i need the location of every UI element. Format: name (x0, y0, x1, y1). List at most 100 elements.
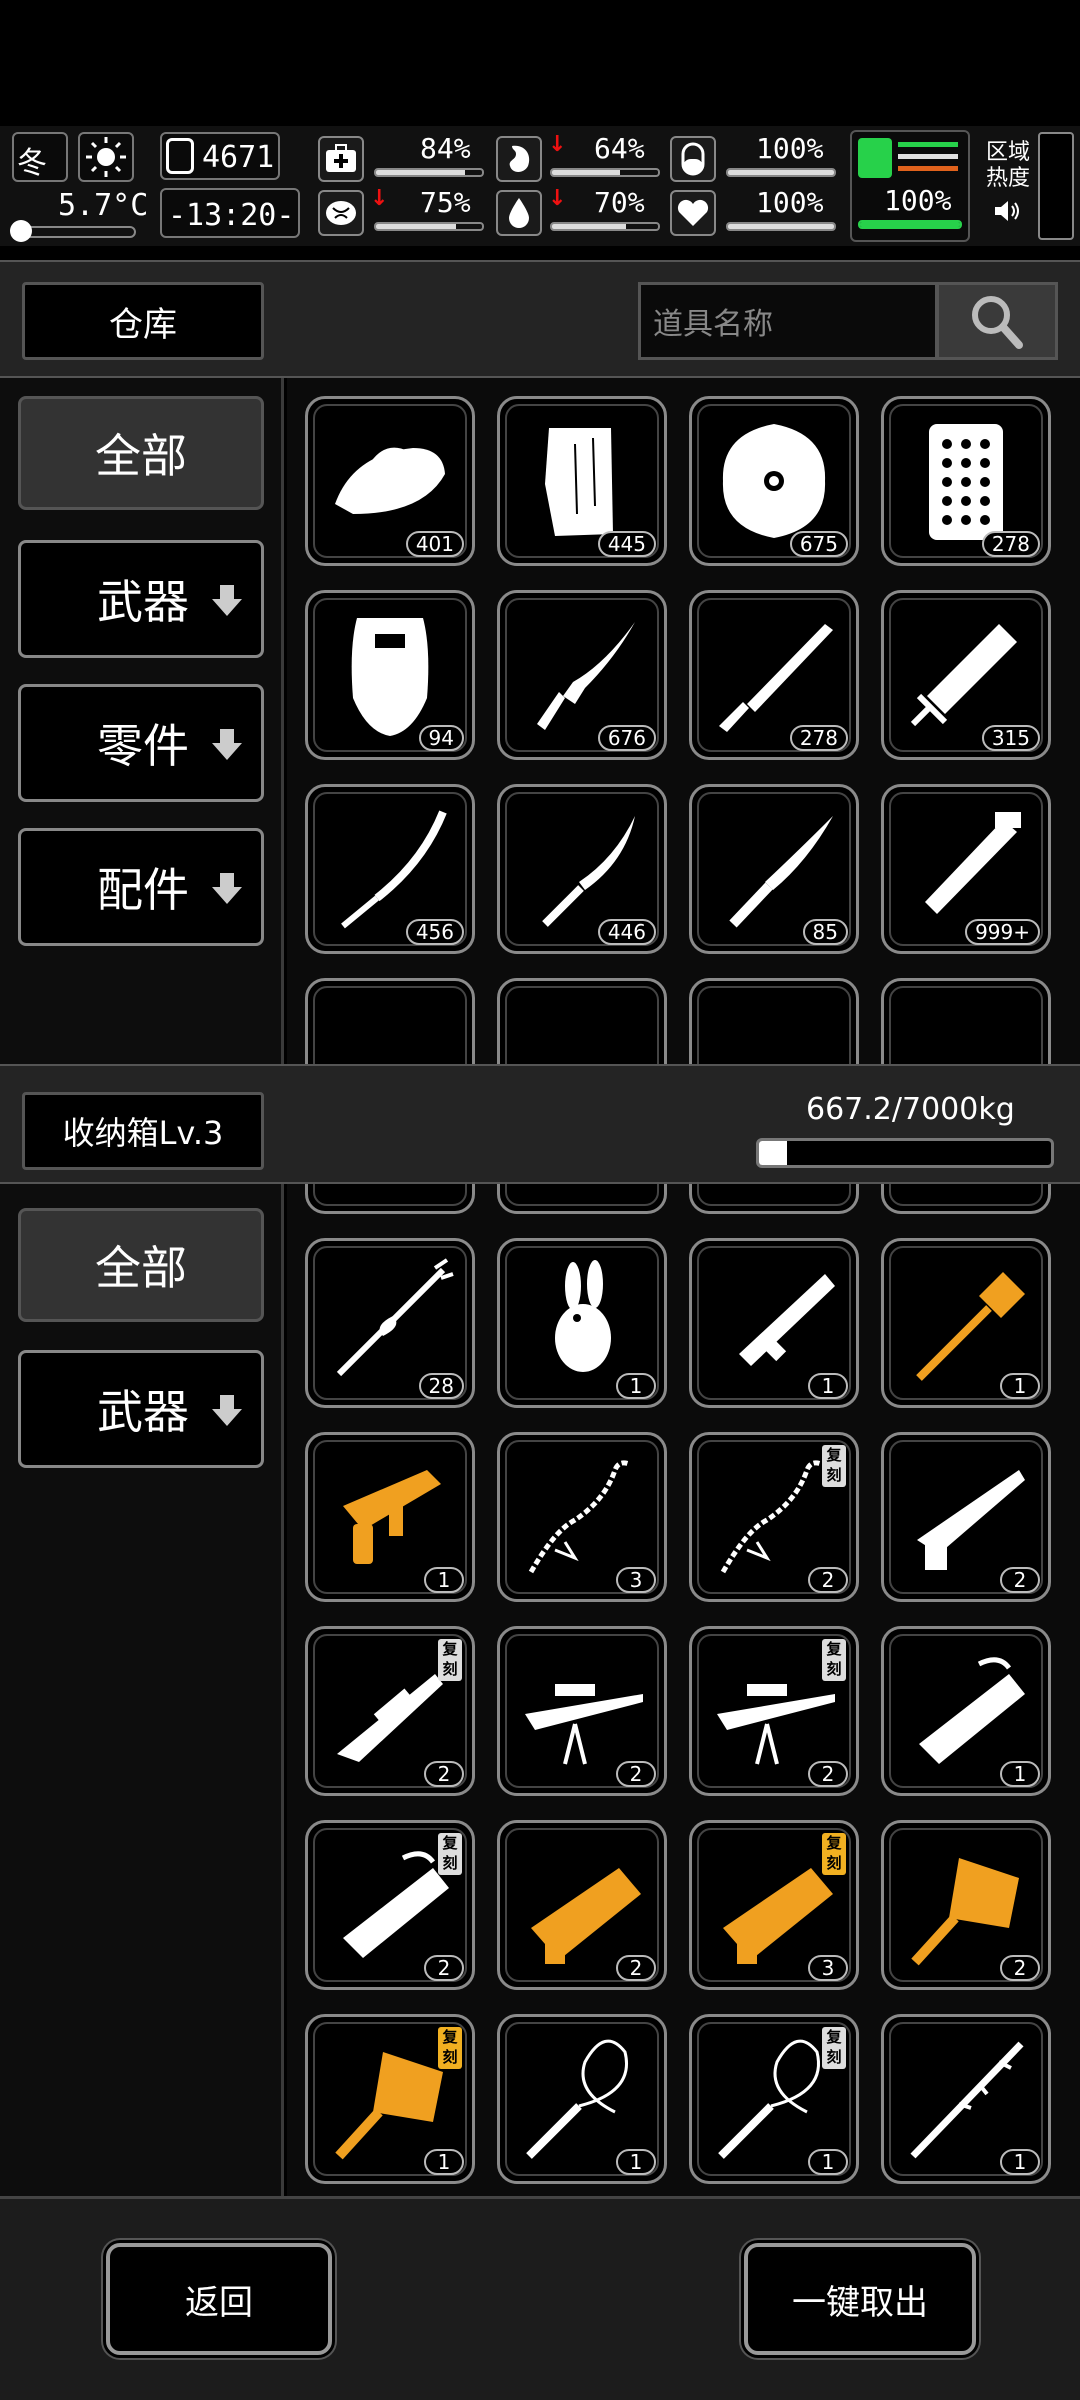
bipod-sniper-icon (717, 1684, 835, 1765)
rabbit-plush-icon (555, 1260, 611, 1372)
health-value: 84% (420, 132, 471, 165)
item-slot[interactable]: 28 (305, 1238, 475, 1408)
warehouse-title: 仓库 (22, 282, 264, 360)
season-text: 冬 (17, 146, 47, 181)
category-accessories[interactable]: 配件 (18, 828, 264, 946)
item-slot[interactable]: 1 (689, 1238, 859, 1408)
item-slot[interactable] (497, 1184, 667, 1214)
item-slot[interactable]: 94 (305, 590, 475, 760)
item-slot[interactable]: 复刻 2 (689, 1626, 859, 1796)
hunger-bar (550, 168, 660, 177)
item-slot[interactable] (881, 1184, 1051, 1214)
item-slot[interactable]: 445 (497, 396, 667, 566)
storage-title: 收纳箱Lv.3 (22, 1092, 264, 1170)
category-all[interactable]: 全部 (18, 396, 264, 510)
item-quantity: 676 (597, 725, 656, 751)
item-quantity: 1 (616, 1373, 656, 1399)
item-slot[interactable]: 1 (497, 1238, 667, 1408)
item-quantity: 3 (808, 1955, 848, 1981)
item-slot[interactable] (305, 1184, 475, 1214)
knife-icon (729, 816, 833, 928)
temperature-text: 5.7°C (58, 188, 149, 223)
item-slot[interactable]: 999+ (881, 784, 1051, 954)
health-fill (376, 170, 466, 175)
chain-whip-icon (720, 1460, 822, 1574)
item-quantity: 315 (981, 725, 1040, 751)
item-slot[interactable] (305, 978, 475, 1064)
stamina-value: 100% (884, 184, 952, 217)
search-input[interactable]: 道具名称 (638, 282, 938, 360)
take-all-button[interactable]: 一键取出 (744, 2243, 976, 2355)
stamina-panel: 100% (850, 130, 970, 242)
item-slot[interactable]: 2 (497, 1626, 667, 1796)
item-quantity: 28 (418, 1373, 464, 1399)
copy-tag: 复刻 (822, 1639, 846, 1681)
item-slot[interactable]: 1 (881, 2014, 1051, 2184)
arrow-down-icon (212, 1395, 242, 1426)
item-slot[interactable]: 2 (881, 1432, 1051, 1602)
storage-weight-bar (756, 1138, 1054, 1168)
storage-item-grid[interactable]: 28 1 1 1 1 3 复刻 2 2 复刻 2 2 复刻 2 1 复刻 2 2 复刻 3 2 复刻 1 1 复刻 1 1 (287, 1184, 1080, 2196)
item-slot[interactable]: 85 (689, 784, 859, 954)
whip-icon (526, 2039, 628, 2159)
category-weapons[interactable]: 武器 (18, 540, 264, 658)
bipod-sniper-icon (525, 1684, 643, 1765)
gold-cannon-icon (723, 1868, 833, 1964)
item-slot[interactable]: 401 (305, 396, 475, 566)
item-slot[interactable]: 1 (497, 2014, 667, 2184)
item-slot[interactable] (689, 1184, 859, 1214)
stomach-icon (496, 136, 542, 182)
item-quantity: 1 (424, 2149, 464, 2175)
item-slot[interactable]: 复刻 2 (689, 1432, 859, 1602)
riot-panel-icon (929, 424, 1003, 540)
item-slot[interactable]: 复刻 1 (305, 2014, 475, 2184)
item-slot[interactable] (881, 978, 1051, 1064)
copy-tag: 复刻 (822, 1445, 846, 1487)
item-slot[interactable]: 1 (881, 1626, 1051, 1796)
calendar-icon (166, 138, 194, 174)
warehouse-item-grid[interactable]: 401 445 675 278 94 676 278 315 456 446 85 999+ (287, 378, 1080, 1064)
item-slot[interactable]: 复刻 3 (689, 1820, 859, 1990)
item-slot[interactable]: 278 (881, 396, 1051, 566)
storage-weight-text: 667.2/7000kg (806, 1092, 1015, 1127)
gold-mace-icon (911, 1858, 1019, 1966)
item-slot[interactable]: 446 (497, 784, 667, 954)
item-slot[interactable]: 2 (497, 1820, 667, 1990)
boot-icon (858, 138, 892, 178)
arrow-down-icon (212, 873, 242, 904)
item-quantity: 456 (405, 919, 464, 945)
item-slot[interactable]: 676 (497, 590, 667, 760)
storage-category-weapons[interactable]: 武器 (18, 1350, 264, 1468)
item-slot[interactable]: 456 (305, 784, 475, 954)
capsule-icon (670, 136, 716, 182)
pipe-wrench-icon (925, 812, 1021, 914)
item-slot[interactable]: 675 (689, 396, 859, 566)
item-slot[interactable]: 复刻 2 (305, 1820, 475, 1990)
back-button[interactable]: 返回 (106, 2243, 332, 2355)
item-slot[interactable]: 复刻 1 (689, 2014, 859, 2184)
item-slot[interactable]: 278 (689, 590, 859, 760)
item-slot[interactable]: 3 (497, 1432, 667, 1602)
round-shield-icon (722, 424, 826, 538)
speaker-icon[interactable] (992, 196, 1022, 226)
search-button[interactable] (936, 282, 1058, 360)
item-quantity: 94 (418, 725, 464, 751)
mood-value: 75% (420, 186, 471, 219)
mood-bar (374, 222, 484, 231)
storage-category-weapons-label: 武器 (97, 1385, 189, 1439)
item-slot[interactable]: 1 (881, 1238, 1051, 1408)
category-parts[interactable]: 零件 (18, 684, 264, 802)
item-slot[interactable] (497, 978, 667, 1064)
item-quantity: 445 (597, 531, 656, 557)
clock: -13:20- (160, 188, 300, 238)
item-slot[interactable]: 复刻 2 (305, 1626, 475, 1796)
item-slot[interactable]: 2 (881, 1820, 1051, 1990)
item-slot[interactable]: 1 (305, 1432, 475, 1602)
gold-hammer-icon (916, 1272, 1025, 1381)
item-slot[interactable] (689, 978, 859, 1064)
item-slot[interactable]: 315 (881, 590, 1051, 760)
zone-heat-meter (1038, 132, 1074, 240)
medkit-icon (318, 136, 364, 182)
storage-category-all[interactable]: 全部 (18, 1208, 264, 1322)
heart-bar (726, 222, 836, 231)
